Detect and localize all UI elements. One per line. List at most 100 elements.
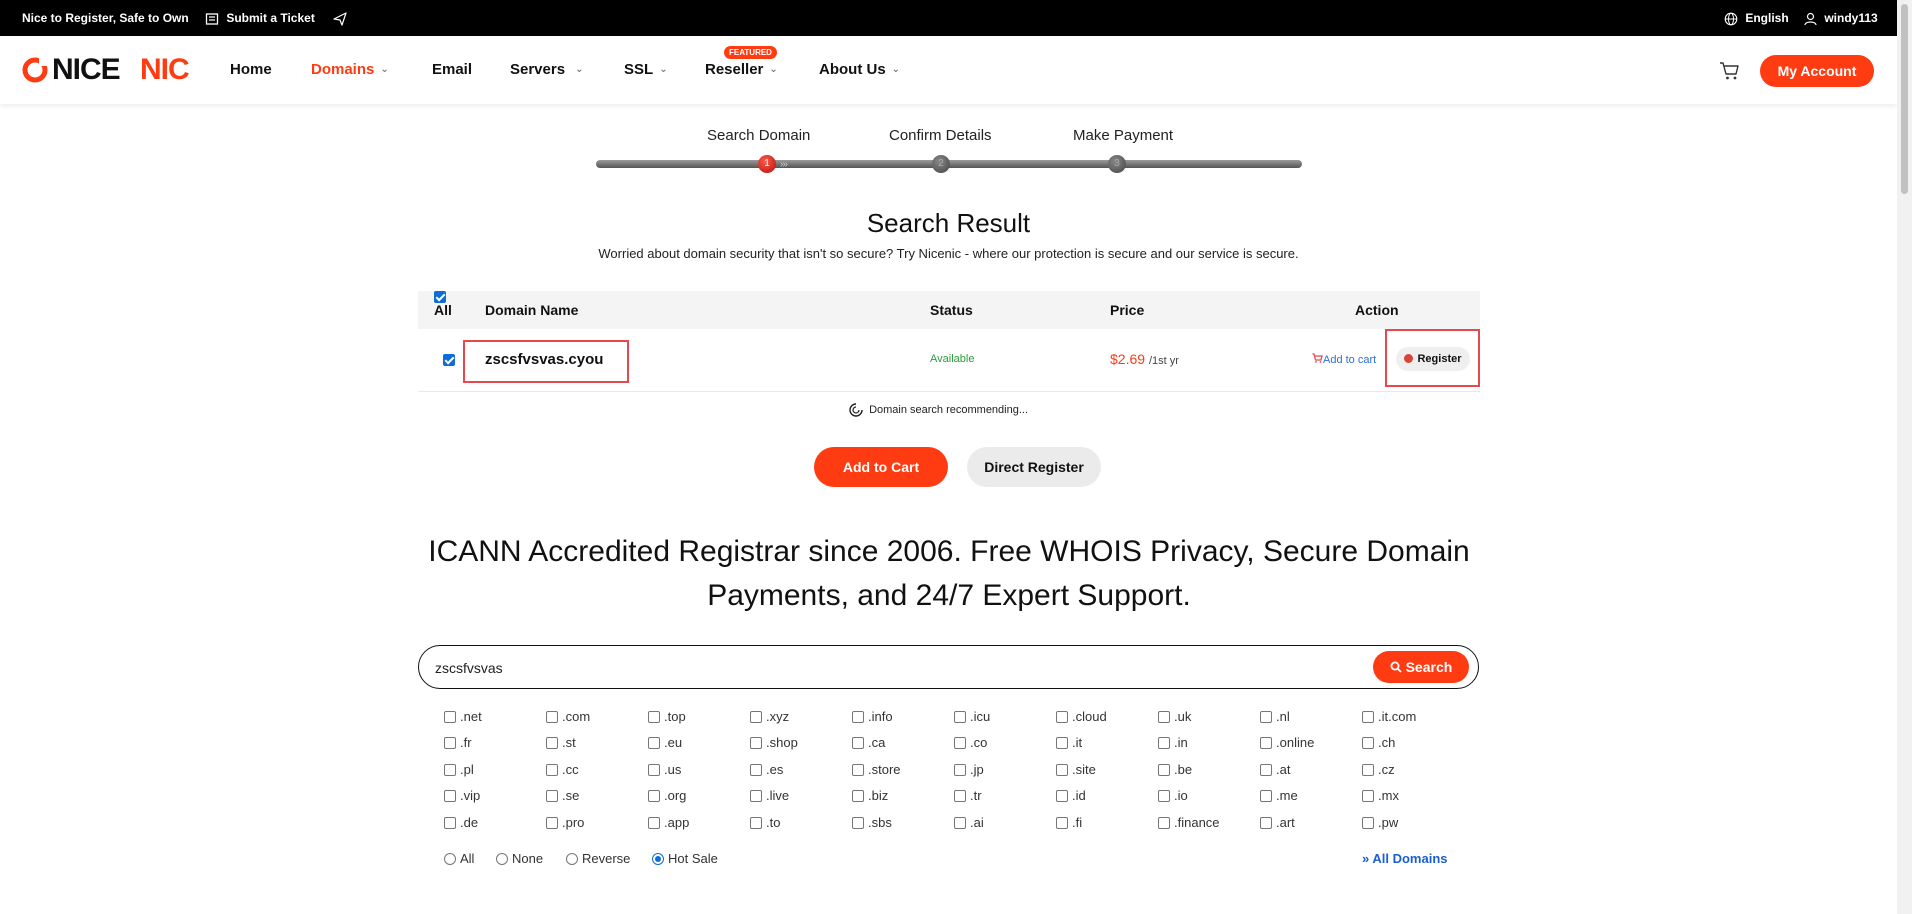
tld-checkbox[interactable]: [444, 736, 456, 749]
nav-ssl[interactable]: SSL ⌄: [624, 36, 668, 104]
search-button[interactable]: Search: [1373, 651, 1469, 683]
tld-checkbox[interactable]: [1362, 710, 1374, 723]
nav-email[interactable]: Email: [432, 36, 472, 104]
tld-option[interactable]: .jp: [954, 762, 984, 777]
row-checkbox[interactable]: [443, 354, 455, 366]
radio-indicator[interactable]: [566, 852, 578, 865]
submit-ticket-link[interactable]: Submit a Ticket: [205, 0, 315, 36]
cart-icon[interactable]: [1719, 61, 1741, 81]
tld-option[interactable]: .finance: [1158, 815, 1220, 830]
tld-option[interactable]: .se: [546, 788, 579, 803]
tld-option[interactable]: .shop: [750, 735, 798, 750]
tld-option[interactable]: .de: [444, 815, 478, 830]
nav-about[interactable]: About Us ⌄: [819, 36, 900, 104]
send-icon[interactable]: [333, 0, 347, 36]
all-domains-link[interactable]: » All Domains: [1362, 851, 1447, 866]
tld-checkbox[interactable]: [1362, 736, 1374, 749]
filter-hot-sale-radio[interactable]: Hot Sale: [652, 851, 718, 866]
tld-option[interactable]: .uk: [1158, 709, 1191, 724]
tld-checkbox[interactable]: [444, 789, 456, 802]
tld-checkbox[interactable]: [1158, 763, 1170, 776]
tld-option[interactable]: .us: [648, 762, 681, 777]
scrollbar-thumb[interactable]: [1901, 4, 1908, 194]
tld-checkbox[interactable]: [1158, 816, 1170, 829]
tld-checkbox[interactable]: [1056, 763, 1068, 776]
tld-option[interactable]: .fi: [1056, 815, 1082, 830]
nav-servers[interactable]: Servers ⌄: [510, 36, 583, 104]
tld-checkbox[interactable]: [648, 816, 660, 829]
direct-register-button[interactable]: Direct Register: [967, 447, 1101, 487]
tld-option[interactable]: .pro: [546, 815, 584, 830]
tld-checkbox[interactable]: [444, 763, 456, 776]
tld-checkbox[interactable]: [1362, 763, 1374, 776]
tld-checkbox[interactable]: [852, 789, 864, 802]
tld-checkbox[interactable]: [1260, 763, 1272, 776]
tld-option[interactable]: .it.com: [1362, 709, 1416, 724]
tld-checkbox[interactable]: [648, 763, 660, 776]
filter-reverse-radio[interactable]: Reverse: [566, 851, 630, 866]
tld-option[interactable]: .app: [648, 815, 689, 830]
tld-checkbox[interactable]: [1260, 816, 1272, 829]
tld-checkbox[interactable]: [546, 763, 558, 776]
tld-option[interactable]: .net: [444, 709, 482, 724]
tld-checkbox[interactable]: [750, 816, 762, 829]
tld-option[interactable]: .mx: [1362, 788, 1399, 803]
tld-option[interactable]: .tr: [954, 788, 982, 803]
tld-checkbox[interactable]: [546, 736, 558, 749]
tld-checkbox[interactable]: [546, 789, 558, 802]
filter-all-radio[interactable]: All: [444, 851, 474, 866]
tld-checkbox[interactable]: [954, 710, 966, 723]
tld-option[interactable]: .biz: [852, 788, 888, 803]
tld-checkbox[interactable]: [1158, 789, 1170, 802]
tld-checkbox[interactable]: [1260, 789, 1272, 802]
tld-option[interactable]: .cz: [1362, 762, 1395, 777]
tld-option[interactable]: .cloud: [1056, 709, 1107, 724]
tld-option[interactable]: .store: [852, 762, 901, 777]
nav-home[interactable]: Home: [230, 36, 272, 104]
tld-option[interactable]: .com: [546, 709, 590, 724]
tld-checkbox[interactable]: [1056, 816, 1068, 829]
tld-checkbox[interactable]: [852, 736, 864, 749]
tld-option[interactable]: .co: [954, 735, 987, 750]
tld-checkbox[interactable]: [1362, 789, 1374, 802]
tld-option[interactable]: .pl: [444, 762, 474, 777]
tld-option[interactable]: .live: [750, 788, 789, 803]
tld-option[interactable]: .ch: [1362, 735, 1395, 750]
tld-checkbox[interactable]: [1158, 736, 1170, 749]
tld-checkbox[interactable]: [852, 763, 864, 776]
tld-option[interactable]: .site: [1056, 762, 1096, 777]
language-selector[interactable]: English: [1724, 0, 1789, 36]
tld-option[interactable]: .icu: [954, 709, 990, 724]
tld-option[interactable]: .online: [1260, 735, 1314, 750]
tld-checkbox[interactable]: [852, 816, 864, 829]
tld-checkbox[interactable]: [648, 736, 660, 749]
tld-option[interactable]: .at: [1260, 762, 1290, 777]
tld-option[interactable]: .ca: [852, 735, 885, 750]
tld-checkbox[interactable]: [546, 816, 558, 829]
tld-option[interactable]: .sbs: [852, 815, 892, 830]
tld-option[interactable]: .cc: [546, 762, 579, 777]
tld-checkbox[interactable]: [546, 710, 558, 723]
tld-option[interactable]: .org: [648, 788, 686, 803]
tld-option[interactable]: .xyz: [750, 709, 789, 724]
domain-search-input[interactable]: [433, 656, 1337, 680]
tld-checkbox[interactable]: [1158, 710, 1170, 723]
tld-checkbox[interactable]: [444, 816, 456, 829]
tld-option[interactable]: .be: [1158, 762, 1192, 777]
tld-checkbox[interactable]: [1056, 710, 1068, 723]
tld-checkbox[interactable]: [750, 736, 762, 749]
tld-checkbox[interactable]: [954, 789, 966, 802]
tld-option[interactable]: .it: [1056, 735, 1082, 750]
radio-indicator[interactable]: [652, 852, 664, 865]
tld-option[interactable]: .art: [1260, 815, 1295, 830]
tld-option[interactable]: .st: [546, 735, 576, 750]
tld-option[interactable]: .ai: [954, 815, 984, 830]
tld-checkbox[interactable]: [444, 710, 456, 723]
tld-checkbox[interactable]: [648, 789, 660, 802]
radio-indicator[interactable]: [496, 852, 508, 865]
nav-domains[interactable]: Domains ⌄: [311, 36, 389, 104]
tld-checkbox[interactable]: [750, 710, 762, 723]
tld-checkbox[interactable]: [1362, 816, 1374, 829]
filter-none-radio[interactable]: None: [496, 851, 543, 866]
tld-option[interactable]: .to: [750, 815, 780, 830]
